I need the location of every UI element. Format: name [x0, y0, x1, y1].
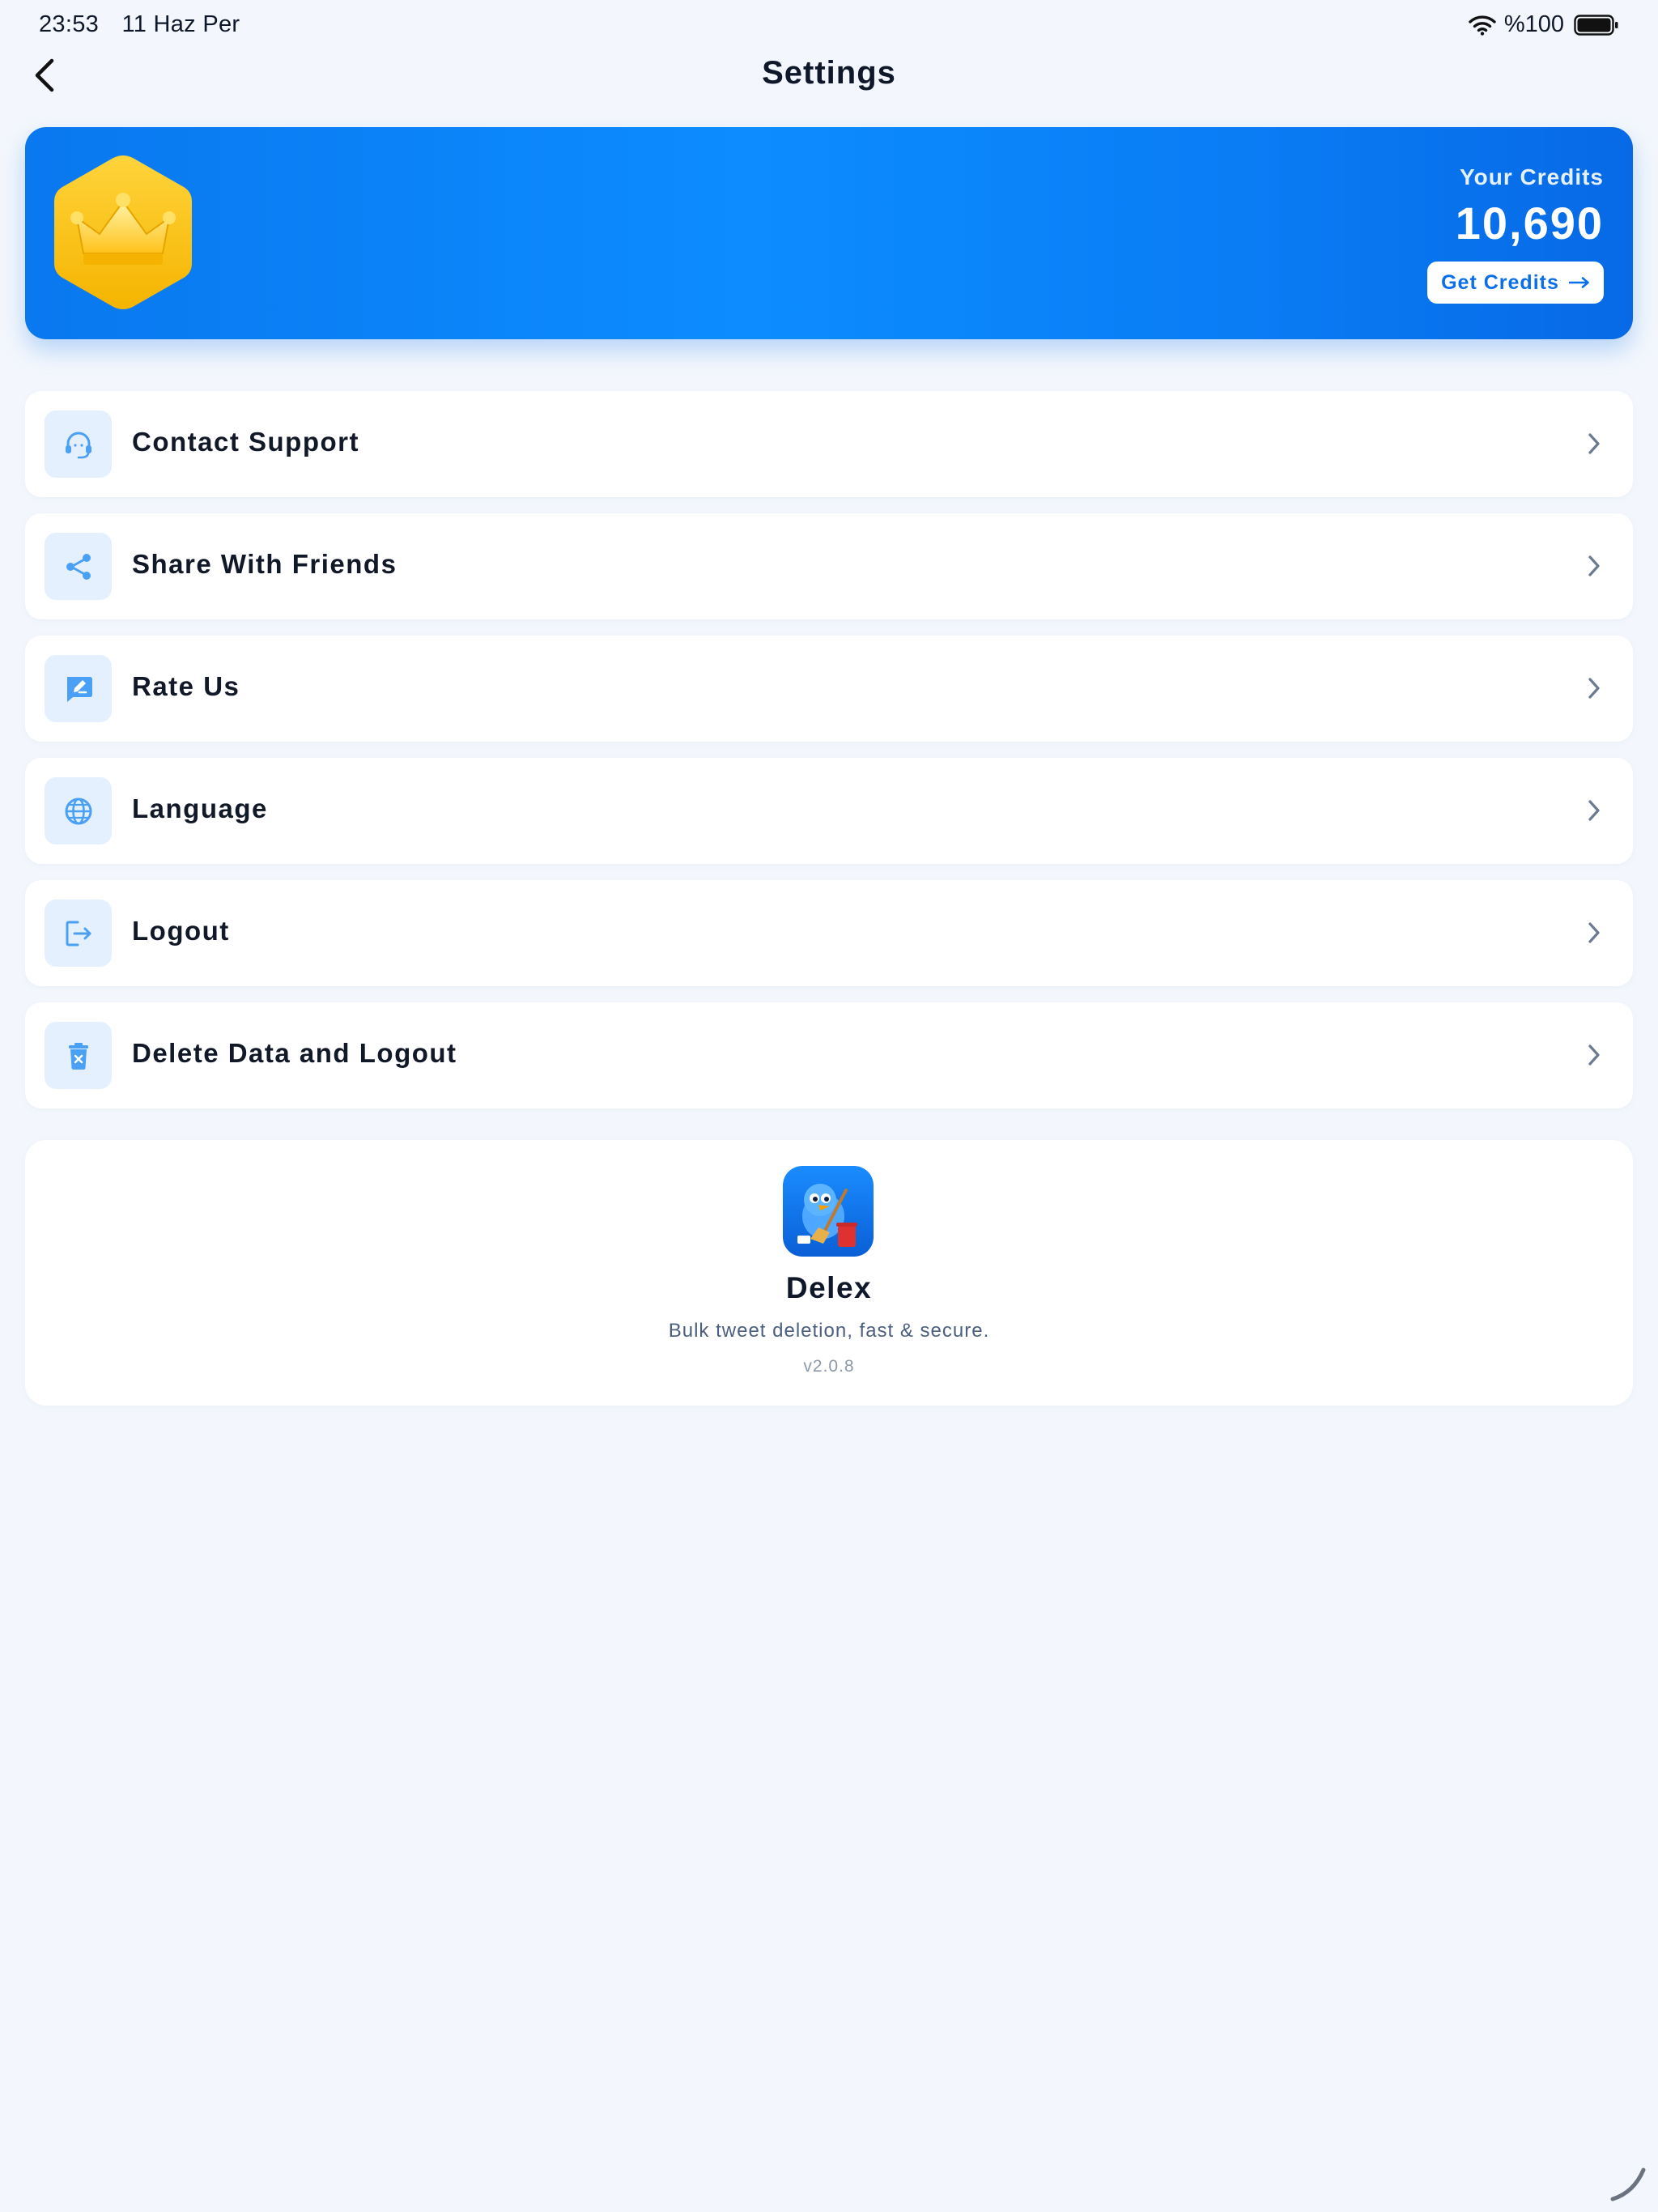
menu-item-rate-us[interactable]: Rate Us: [25, 636, 1633, 742]
menu-item-label: Language: [132, 793, 268, 823]
get-credits-button[interactable]: Get Credits: [1427, 262, 1604, 304]
menu-icon-box: [45, 900, 112, 967]
globe-icon: [65, 798, 91, 824]
page-title: Settings: [762, 55, 896, 91]
status-time-date: 23:53 11 Haz Per: [39, 11, 240, 38]
menu-item-contact-support[interactable]: Contact Support: [25, 391, 1633, 497]
menu-item-label: Rate Us: [132, 671, 240, 701]
battery-percentage: %100: [1503, 11, 1564, 37]
trash-icon: [68, 1042, 88, 1070]
menu-icon-box: [45, 410, 112, 478]
menu-item-label: Delete Data and Logout: [132, 1038, 457, 1068]
chevron-right-icon: [1588, 678, 1600, 699]
share-icon: [66, 553, 91, 580]
status-indicators: %100: [1469, 11, 1619, 38]
chevron-right-icon: [1588, 555, 1600, 576]
app-tagline: Bulk tweet deletion, fast & secure.: [668, 1320, 990, 1342]
navigation-bar: Settings: [0, 52, 1658, 97]
settings-screen: 23:53 11 Haz Per %100 Settings Your Cred…: [0, 0, 1658, 2212]
menu-item-label: Logout: [132, 916, 230, 946]
menu-icon-box: [45, 655, 112, 722]
menu-item-label: Contact Support: [132, 427, 359, 457]
status-date: 11 Haz Per: [121, 11, 240, 37]
get-credits-label: Get Credits: [1441, 270, 1559, 294]
menu-icon-box: [45, 533, 112, 600]
credits-value: 10,690: [1455, 198, 1604, 249]
app-logo-icon: [783, 1166, 874, 1257]
credits-card: Your Credits 10,690 Get Credits: [25, 127, 1633, 339]
menu-item-logout[interactable]: Logout: [25, 880, 1633, 986]
credits-label: Your Credits: [1460, 164, 1604, 189]
logout-icon: [66, 921, 91, 946]
menu-item-share-with-friends[interactable]: Share With Friends: [25, 513, 1633, 619]
app-version: v2.0.8: [803, 1357, 855, 1376]
menu-item-label: Share With Friends: [132, 549, 397, 579]
menu-icon-box: [45, 777, 112, 844]
status-bar: 23:53 11 Haz Per %100: [0, 0, 1658, 52]
app-info-card: Delex Bulk tweet deletion, fast & secure…: [25, 1140, 1633, 1406]
scroll-indicator: [1610, 2167, 1646, 2201]
crown-icon: [54, 155, 192, 309]
battery-icon: [1574, 14, 1618, 36]
status-time: 23:53: [39, 11, 100, 37]
menu-icon-box: [45, 1022, 112, 1089]
menu-item-delete-data-and-logout[interactable]: Delete Data and Logout: [25, 1002, 1633, 1108]
menu-item-language[interactable]: Language: [25, 758, 1633, 864]
chevron-right-icon: [1588, 922, 1600, 943]
chevron-right-icon: [1588, 1044, 1600, 1066]
arrow-right-icon: [1568, 277, 1589, 288]
wifi-icon: [1469, 15, 1496, 36]
chevron-right-icon: [1588, 433, 1600, 454]
chevron-right-icon: [1588, 800, 1600, 821]
app-name: Delex: [785, 1271, 873, 1304]
headset-icon: [65, 432, 91, 458]
rate-icon: [66, 676, 92, 702]
